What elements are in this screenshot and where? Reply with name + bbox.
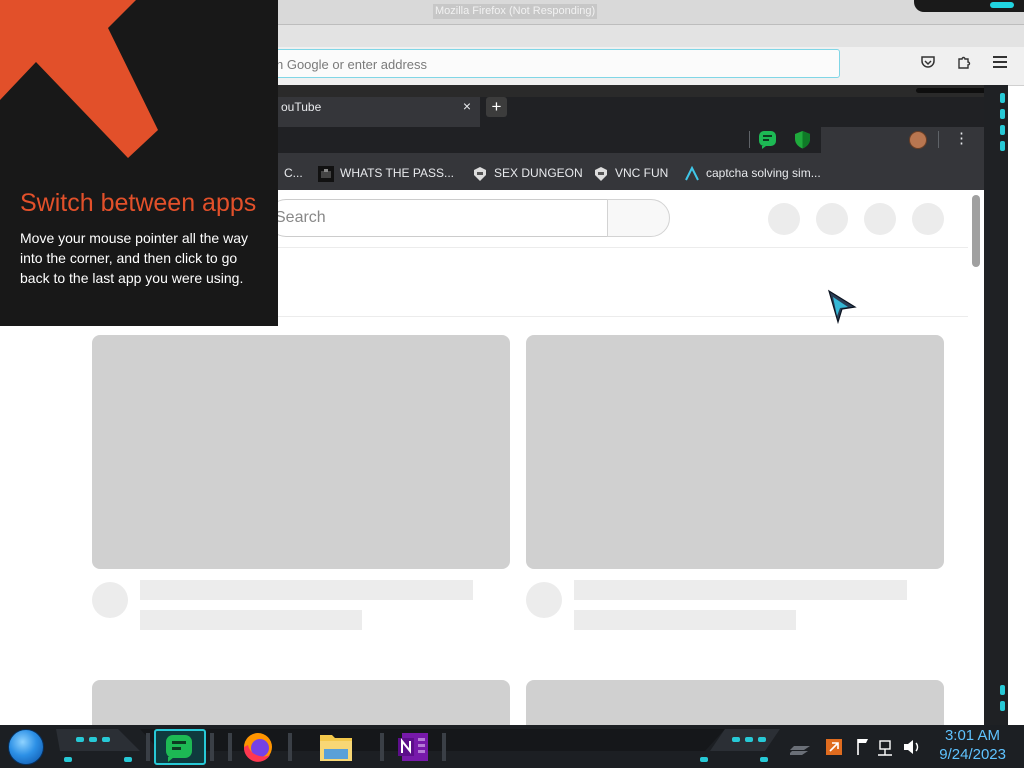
video-title-placeholder	[574, 580, 907, 600]
system-tray	[788, 733, 920, 761]
bookmark-item[interactable]: captcha solving sim...	[684, 164, 821, 182]
switch-apps-title: Switch between apps	[20, 189, 257, 217]
video-thumbnail-placeholder[interactable]	[92, 335, 510, 569]
bookmark-label: WHATS THE PASS...	[340, 166, 455, 180]
bookmark-favicon-icon	[472, 166, 488, 182]
bookmark-item[interactable]: SEX DUNGEON	[472, 164, 583, 182]
channel-avatar-placeholder	[92, 582, 128, 618]
header-icon-placeholder[interactable]	[912, 203, 944, 235]
firefox-window-title: Mozilla Firefox (Not Responding)	[433, 4, 598, 19]
channel-avatar-placeholder	[526, 582, 562, 618]
taskbar-firefox-app[interactable]	[236, 729, 282, 765]
frame-accent	[1000, 109, 1005, 119]
window-frame-right	[984, 85, 1008, 730]
scrollbar-thumb[interactable]	[972, 195, 980, 267]
video-title-placeholder	[140, 580, 473, 600]
bookmark-item[interactable]: VNC FUN	[593, 164, 668, 182]
frame-accent	[1000, 141, 1005, 151]
header-icon-placeholder[interactable]	[864, 203, 896, 235]
scrollbar-track[interactable]	[968, 190, 983, 730]
chrome-menu-button[interactable]: ⋮	[954, 131, 969, 147]
frame-accent	[1000, 701, 1005, 711]
video-meta-placeholder	[140, 610, 362, 630]
bookmark-label: captcha solving sim...	[706, 166, 821, 180]
taskbar-file-explorer-app[interactable]	[312, 729, 360, 765]
bookmark-label: C...	[284, 166, 303, 180]
firefox-menu-icon[interactable]	[990, 54, 1010, 74]
clock-date[interactable]: 9/24/2023	[920, 746, 1006, 763]
chrome-omnibox[interactable]	[275, 127, 821, 153]
chat-extension-icon[interactable]	[758, 130, 777, 149]
taskbar-chat-app[interactable]	[154, 729, 206, 765]
bookmark-item[interactable]: C...	[284, 164, 303, 182]
bookmark-label: VNC FUN	[615, 166, 669, 180]
bookmark-favicon-icon	[684, 165, 700, 182]
search-placeholder: Search	[275, 209, 326, 226]
corner-arrow-icon	[0, 0, 160, 160]
bookmark-favicon-icon	[593, 166, 609, 182]
divider	[275, 247, 968, 248]
search-button[interactable]	[607, 199, 670, 237]
video-meta-placeholder	[574, 610, 796, 630]
taskbar-onenote-app[interactable]	[392, 729, 436, 765]
frame-accent	[1000, 125, 1005, 135]
video-thumbnail-placeholder[interactable]	[92, 680, 510, 730]
extensions-icon[interactable]	[954, 54, 974, 74]
tab-title: ouTube	[281, 100, 322, 114]
header-icon-placeholder[interactable]	[816, 203, 848, 235]
clock-time[interactable]: 3:01 AM	[920, 727, 1000, 744]
frame-accent	[1000, 685, 1005, 695]
divider	[275, 316, 968, 317]
video-thumbnail-placeholder[interactable]	[526, 680, 944, 730]
window-frame-decoration	[914, 0, 1024, 12]
tab-close-button[interactable]: ×	[459, 98, 475, 114]
window-frame-top	[275, 85, 1008, 97]
bookmark-favicon-icon	[318, 165, 334, 182]
bookmark-item[interactable]: WHATS THE PASS...	[318, 164, 454, 182]
toolbar-divider	[749, 131, 750, 148]
video-thumbnail-placeholder[interactable]	[526, 335, 944, 569]
shield-extension-icon[interactable]	[794, 130, 811, 149]
frame-accent	[1000, 93, 1005, 103]
header-icon-placeholder[interactable]	[768, 203, 800, 235]
firefox-address-placeholder: h Google or enter address	[276, 57, 428, 72]
new-tab-button[interactable]: +	[486, 97, 507, 117]
toolbar-divider	[938, 131, 939, 148]
profile-avatar[interactable]	[909, 131, 927, 149]
start-button[interactable]	[8, 729, 44, 765]
bookmark-label: SEX DUNGEON	[494, 166, 583, 180]
switch-apps-body: Move your mouse pointer all the way into…	[20, 230, 248, 286]
pocket-icon[interactable]	[918, 54, 938, 74]
mouse-cursor-icon	[826, 289, 858, 325]
